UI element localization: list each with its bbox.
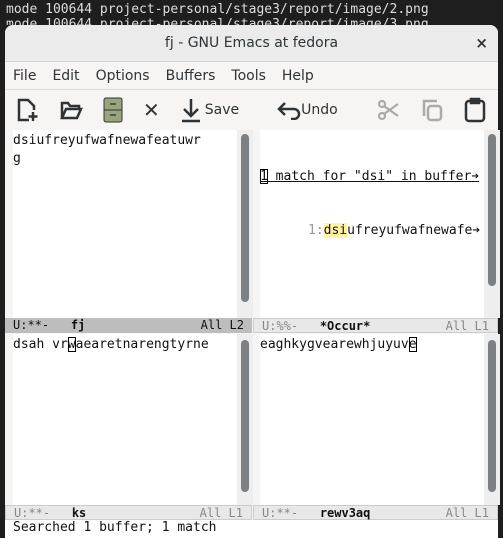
menu-file[interactable]: File [13,68,36,84]
toolbar: ✕ Save Undo [5,90,498,130]
save-label: Save [204,102,240,118]
paste-button[interactable] [464,95,486,125]
mode-line-ks[interactable]: U:**- ks All L1 [5,505,252,520]
buffer-pane-rewv3aq[interactable]: eaghkygvearewhjuyuve [260,334,484,505]
menu-edit[interactable]: Edit [52,68,79,84]
mode-line-position: All L2 [200,318,244,332]
truncation-arrow-icon: ➔ [471,169,480,184]
title-bar: fj - GNU Emacs at fedora × [5,25,498,62]
scissors-icon [377,99,399,121]
terminal-line: mode 100644 project-personal/stage3/repo… [6,2,429,17]
mode-line-position: All L1 [199,506,243,520]
copy-button[interactable] [420,95,444,125]
undo-label: Undo [301,102,338,118]
scrollbar[interactable] [237,334,253,505]
kill-buffer-button[interactable]: ✕ [143,95,160,125]
copy-icon [422,99,442,122]
buffer-pane-occur[interactable]: 1 match for "dsi" in buffer➔ 1:dsiufreyu… [260,130,484,318]
occur-header: 1 match for "dsi" in buffer➔ [260,168,480,186]
mode-line-status: U:**- [14,506,51,520]
scrollbar[interactable] [484,334,500,505]
mode-line-buffer-name: *Occur* [319,319,371,333]
clipboard-icon [464,97,485,123]
dired-button[interactable] [103,95,123,125]
buffer-text: eaghkygvearewhjuyuv [260,337,409,352]
mode-line-position: All L1 [445,319,489,333]
match-highlight: dsi [323,223,348,238]
mode-line-buffer-name: fj [70,318,86,332]
window-title: fj - GNU Emacs at fedora [164,35,339,51]
cursor: e [408,337,417,352]
mode-line-status: U:%%- [262,319,299,333]
occur-match-line[interactable]: 1:dsiufreyufwafnewafe➔ [260,222,480,240]
mode-line-rewv3aq[interactable]: U:**- rewv3aq All L1 [253,505,498,520]
occur-header-text: match for "dsi" in buffer [267,169,472,184]
cursor: w [67,337,76,352]
scrollbar[interactable] [484,130,500,318]
mode-line-fj[interactable]: U:**- fj All L2 [5,318,252,333]
buffer-line: dsiufreyufwafnewafeatuwr [13,133,201,148]
terminal-line: mode 100644 project-personal/stage3/repo… [6,17,429,25]
menu-help[interactable]: Help [282,68,314,84]
menu-buffers[interactable]: Buffers [166,68,216,84]
menu-tools[interactable]: Tools [231,68,266,84]
file-cabinet-icon [103,97,123,123]
cursor: 1 [260,169,268,184]
new-file-icon [17,98,38,122]
save-button[interactable]: Save [180,95,239,125]
mode-line-buffer-name: rewv3aq [319,506,371,520]
mode-line-status: U:**- [262,506,299,520]
undo-arrow-icon [277,102,301,120]
menu-bar: File Edit Options Buffers Tools Help [5,62,498,90]
close-x-icon: ✕ [143,98,160,122]
line-number: 1: [308,223,324,238]
match-rest: ufreyufwafnewafe [347,223,473,238]
buffer-text: dsah vr [13,337,68,352]
buffer-pane-ks[interactable]: dsah vrwaearetnarengtyrne [13,334,237,505]
cut-button[interactable] [376,95,400,125]
menu-options[interactable]: Options [96,68,150,84]
mode-line-buffer-name: ks [71,506,87,520]
buffer-pane-fj[interactable]: dsiufreyufwafnewafeatuwr g [13,130,237,318]
mode-line-position: All L1 [445,506,489,520]
scrollbar[interactable] [237,130,253,318]
buffer-line: g [13,151,21,166]
open-folder-button[interactable] [59,95,83,125]
save-download-icon [181,99,200,123]
new-file-button[interactable] [15,95,39,125]
mode-line-status: U:**- [13,318,50,332]
echo-area-message: Searched 1 buffer; 1 match [13,520,217,535]
close-button[interactable]: × [475,25,488,62]
folder-icon [60,101,83,120]
truncation-arrow-icon: ➔ [472,223,481,238]
buffer-text: aearetnarengtyrne [75,337,209,352]
mode-line-occur[interactable]: U:%%- *Occur* All L1 [253,318,498,333]
undo-button[interactable]: Undo [277,95,338,125]
